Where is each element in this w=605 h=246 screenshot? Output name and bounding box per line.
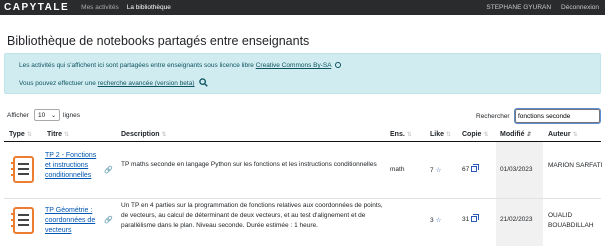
info-line-license: Les activités qui s'affichent ici sont p…: [19, 62, 342, 69]
user-name[interactable]: STEPHANE GYURAN: [486, 4, 551, 11]
sort-icon: ⇅: [26, 132, 32, 138]
brand-logo[interactable]: CAPYTALE: [4, 2, 69, 13]
sort-icon: ⇅: [572, 132, 578, 138]
col-header-description[interactable]: Description ⇅: [121, 131, 167, 138]
nav-my-activities[interactable]: Mes activités: [81, 4, 119, 11]
copy-cell[interactable]: 31: [462, 216, 478, 223]
chevron-down-icon: ⌄: [50, 113, 56, 119]
col-header-title[interactable]: Titre ⇅: [47, 131, 69, 138]
sort-icon: ⇵: [526, 132, 532, 138]
like-cell[interactable]: 7 ☆: [430, 166, 441, 174]
modified-date: 01/03/2023: [500, 166, 533, 173]
link-icon[interactable]: 🔗: [104, 166, 113, 174]
search-label: Rechercher: [476, 113, 510, 120]
modified-date: 21/02/2023: [500, 216, 533, 223]
activity-subject: math: [390, 166, 405, 173]
activity-description: TP maths seconde en langage Python sur l…: [121, 161, 377, 168]
col-header-copies[interactable]: Copie ⇅: [462, 131, 488, 138]
search-input[interactable]: fonctions seconde: [514, 108, 601, 124]
entries-label: lignes: [63, 112, 80, 119]
col-header-subject[interactable]: Ens. ⇅: [390, 131, 412, 138]
col-header-modified[interactable]: Modifié ⇵: [500, 131, 532, 138]
top-navbar: CAPYTALE Mes activités La bibliothèque S…: [0, 0, 605, 15]
sort-icon: ⇅: [161, 132, 167, 138]
sort-icon: ⇅: [406, 132, 412, 138]
col-header-like[interactable]: Like ⇅: [430, 131, 451, 138]
copy-cell[interactable]: 67: [462, 166, 478, 173]
sort-icon: ⇅: [64, 132, 70, 138]
link-icon[interactable]: 🔗: [104, 216, 113, 224]
advanced-search-link[interactable]: recherche avancée (version beta): [98, 80, 195, 87]
show-entries-label: Afficher: [7, 112, 29, 119]
info-line-search: Vous pouvez effectuer une recherche avan…: [19, 78, 209, 87]
info-alert: Les activités qui s'affichent ici sont p…: [4, 53, 601, 94]
col-header-author[interactable]: Auteur ⇅: [548, 131, 578, 138]
page-length-select[interactable]: 10 ⌄: [34, 109, 60, 121]
author-name: OUALID BOUABDILLAH: [548, 212, 594, 229]
col-header-type[interactable]: Type ⇅: [9, 131, 32, 138]
info-license-text: Les activités qui s'affichent ici sont p…: [19, 62, 254, 69]
activity-description: Un TP en 4 parties sur la programmation …: [121, 202, 383, 229]
star-icon: ☆: [435, 167, 442, 174]
notebook-icon: [11, 156, 34, 183]
navbar-right: STEPHANE GYURAN Déconnexion: [476, 4, 599, 11]
logout-link[interactable]: Déconnexion: [561, 4, 599, 11]
copy-icon: [471, 166, 478, 172]
activity-title-link[interactable]: TP Géométrie : coordonnées de vecteurs: [45, 206, 103, 236]
page-title: Bibliothèque de notebooks partagés entre…: [7, 34, 310, 48]
creative-commons-icon: [335, 62, 342, 68]
page-length-value: 10: [38, 112, 46, 119]
like-cell[interactable]: 3 ☆: [430, 216, 441, 224]
info-search-text: Vous pouvez effectuer une: [19, 80, 96, 87]
copy-icon: [471, 216, 478, 222]
notebook-icon: [11, 207, 34, 234]
nav-library[interactable]: La bibliothèque: [127, 4, 171, 11]
activity-title-link[interactable]: TP 2 - Fonctions et instructions conditi…: [45, 151, 103, 181]
star-icon: ☆: [435, 217, 442, 224]
author-name: MARION SARFATI: [548, 162, 603, 169]
sort-icon: ⇅: [483, 132, 489, 138]
license-link[interactable]: Creative Commons By-SA: [256, 62, 332, 69]
sort-icon: ⇅: [446, 132, 452, 138]
search-icon[interactable]: [199, 78, 209, 87]
